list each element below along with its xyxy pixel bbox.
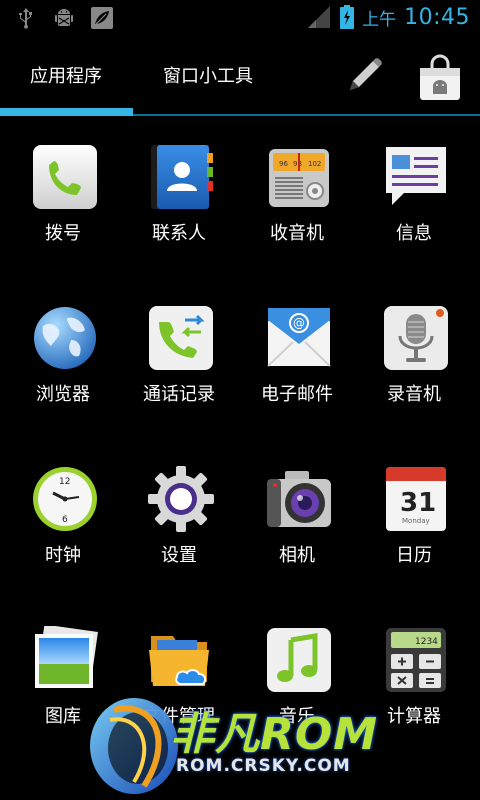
clock-icon-12: 12	[59, 477, 70, 487]
clock-icon: 12 6	[33, 467, 97, 531]
music-icon	[267, 628, 331, 692]
watermark-brand: 非凡ROM	[170, 709, 379, 760]
tab-widgets[interactable]: 窗口小工具	[163, 62, 253, 88]
radio-dial-96: 96	[279, 160, 288, 168]
app-email[interactable]: @ 电子邮件	[239, 304, 355, 434]
microphone-icon	[384, 306, 448, 370]
app-contacts[interactable]: 联系人	[121, 143, 237, 273]
app-calendar[interactable]: 31 Monday 日历	[356, 465, 472, 595]
signal-strength-icon	[308, 6, 331, 28]
app-camera[interactable]: 相机	[239, 465, 355, 595]
app-settings[interactable]: 设置	[121, 465, 237, 595]
tab-apps[interactable]: 应用程序	[30, 62, 102, 88]
phone-icon	[33, 145, 97, 209]
app-label: 时钟	[45, 545, 81, 566]
status-clock-ampm: 上午	[362, 9, 397, 30]
pencil-icon[interactable]	[342, 54, 386, 98]
app-label: 通话记录	[143, 384, 215, 405]
app-browser[interactable]: 浏览器	[5, 304, 121, 434]
gallery-icon	[35, 626, 98, 688]
app-drawer-tab-bar: 应用程序 窗口小工具	[0, 38, 480, 116]
svg-text:@: @	[293, 316, 305, 330]
app-label: 浏览器	[36, 384, 90, 405]
file-manager-icon	[149, 636, 209, 686]
app-label: 拨号	[45, 223, 81, 244]
app-label: 设置	[161, 545, 197, 566]
messaging-icon	[386, 147, 446, 205]
app-label: 日历	[396, 545, 432, 566]
radio-dial-98: 98	[293, 160, 302, 168]
status-bar: 上午 10:45	[0, 0, 480, 38]
calculator-icon: 1234	[386, 628, 446, 692]
watermark-site: ROM.CRSKY.COM	[176, 756, 351, 776]
clock-icon-6: 6	[62, 515, 68, 525]
globe-icon	[34, 307, 96, 369]
gear-icon	[148, 466, 214, 532]
calendar-icon: 31 Monday	[386, 467, 446, 531]
email-icon: @	[267, 308, 331, 367]
app-label: 相机	[279, 545, 315, 566]
app-label: 信息	[396, 223, 432, 244]
leaf-notification-icon	[91, 7, 113, 29]
tab-active-indicator	[0, 108, 133, 116]
usb-icon	[19, 8, 32, 29]
app-clock[interactable]: 12 6 时钟	[5, 465, 121, 595]
app-radio[interactable]: 96 98 102 收音机	[239, 143, 355, 273]
app-recorder[interactable]: 录音机	[356, 304, 472, 434]
status-clock-time: 10:45	[404, 4, 470, 30]
calculator-display: 1234	[415, 637, 438, 647]
app-messaging[interactable]: 信息	[356, 143, 472, 273]
watermark-logo: 非凡ROM ROM.CRSKY.COM	[84, 690, 424, 800]
calendar-weekday: Monday	[402, 517, 430, 525]
contacts-icon	[151, 145, 213, 209]
calendar-day: 31	[400, 488, 436, 518]
watermark-swirl-icon	[90, 698, 178, 794]
call-log-icon	[149, 306, 213, 370]
app-label: 联系人	[152, 223, 206, 244]
app-dialer[interactable]: 拨号	[5, 143, 121, 273]
radio-dial-102: 102	[308, 160, 321, 168]
app-label: 录音机	[387, 384, 441, 405]
battery-charging-icon	[340, 5, 355, 29]
radio-icon: 96 98 102	[269, 149, 329, 207]
market-bag-icon[interactable]	[416, 54, 464, 102]
app-label: 电子邮件	[261, 384, 333, 405]
app-label: 收音机	[270, 223, 324, 244]
camera-icon	[267, 471, 331, 527]
app-call-log[interactable]: 通话记录	[121, 304, 237, 434]
android-debug-icon	[55, 9, 73, 26]
